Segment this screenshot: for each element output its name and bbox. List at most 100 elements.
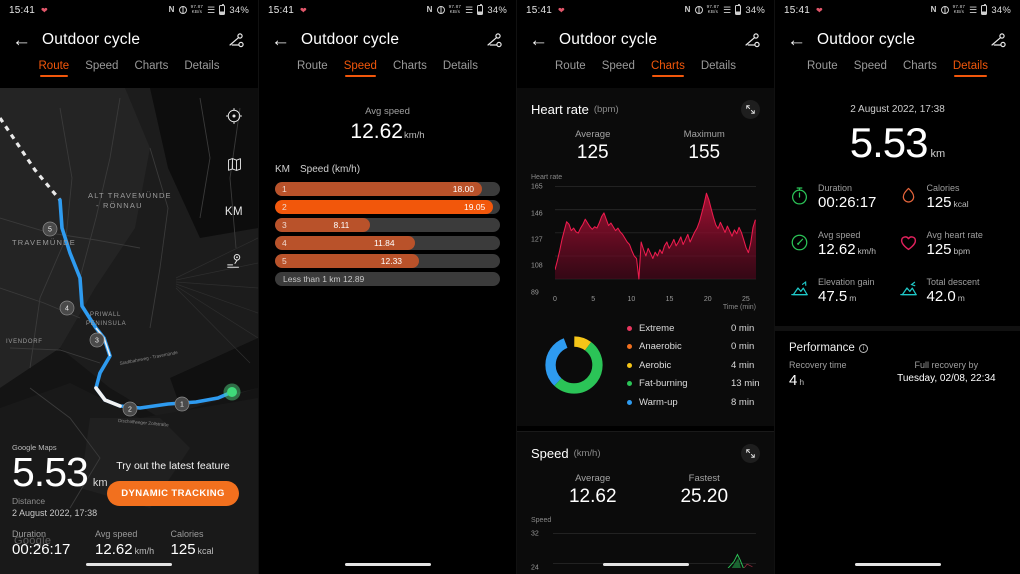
metric-avg-heart-rate: Avg heart rate 125 bpm xyxy=(898,230,1007,258)
info-icon[interactable]: i xyxy=(858,343,868,353)
svg-text:4: 4 xyxy=(65,306,69,313)
tab-details[interactable]: Details xyxy=(953,60,988,77)
expand-icon[interactable] xyxy=(741,443,760,463)
expand-icon[interactable] xyxy=(741,100,760,119)
hr-xtick: 0 xyxy=(553,296,557,303)
route-share-icon[interactable] xyxy=(986,29,1008,51)
stat-avg-speed-value: 12.62 xyxy=(95,541,133,558)
zone-fatburning-dot-icon xyxy=(627,381,632,387)
speed-bar-km: 4 xyxy=(282,238,287,248)
hr-xtick: 15 xyxy=(665,296,674,303)
tab-details[interactable]: Details xyxy=(184,60,219,77)
battery-icon xyxy=(219,3,226,15)
tab-speed[interactable]: Speed xyxy=(602,60,635,77)
zone-time: 8 min xyxy=(731,396,755,408)
tab-bar-details: Route Speed Charts Details xyxy=(775,60,1020,88)
metric-label: Calories xyxy=(926,183,960,193)
tab-charts[interactable]: Charts xyxy=(134,60,168,77)
zone-time: 4 min xyxy=(731,359,755,371)
tab-charts[interactable]: Charts xyxy=(903,60,937,77)
hr-xtick: 20 xyxy=(703,296,712,303)
panel-speed: 15:41 ❤ N 97.87 KB/s ☰ 34% ← Outdoor cyc… xyxy=(258,0,516,574)
tab-details[interactable]: Details xyxy=(701,60,736,77)
app-bar: ← Outdoor cycle xyxy=(775,20,1020,60)
route-share-icon[interactable] xyxy=(740,29,762,51)
zone-row: Aerobic 4 min xyxy=(627,356,760,375)
speed-bar-km: 3 xyxy=(282,220,287,230)
tab-speed[interactable]: Speed xyxy=(854,60,887,77)
tab-charts[interactable]: Charts xyxy=(651,60,685,77)
tab-details[interactable]: Details xyxy=(443,60,478,77)
nfc-icon: N xyxy=(930,5,937,14)
metric-total-descent-body: Total descent 42.0 m xyxy=(927,277,980,305)
vpn-globe-icon xyxy=(940,6,949,14)
recovery-time-label: Recovery time xyxy=(789,360,847,370)
tab-speed[interactable]: Speed xyxy=(85,60,118,77)
tab-bar-charts: Route Speed Charts Details xyxy=(517,60,774,88)
unit-km-button[interactable]: KM xyxy=(224,202,244,222)
metric-avg-hr-body: Avg heart rate 125 bpm xyxy=(927,230,983,258)
speed-bar-list: 1 18.00 2 19.05 3 8.11 4 11.84 5 12.33 L… xyxy=(259,182,516,286)
hr-maximum-label: Maximum xyxy=(683,129,725,140)
net-speed-unit: KB/s xyxy=(449,9,461,14)
status-heart-icon: ❤ xyxy=(300,5,307,15)
status-time: 15:41 xyxy=(526,4,553,16)
network-speed-icon: 97.87 KB/s xyxy=(449,4,462,15)
metric-value: 42.0 xyxy=(926,288,956,305)
stat-duration-label: Duration xyxy=(12,529,47,539)
nfc-icon: N xyxy=(684,5,691,14)
stat-avg-speed-unit: km/h xyxy=(134,546,155,556)
metric-label: Avg speed xyxy=(818,230,861,240)
map-view[interactable]: 1 2 3 4 5 Stadtbahnweg - Travemünde Disc… xyxy=(0,88,258,574)
tab-charts[interactable]: Charts xyxy=(393,60,427,77)
recovery-time-value-wrap: 4h xyxy=(789,372,887,389)
speed-chart: 32 24 xyxy=(531,528,760,574)
stat-calories-value: 125 xyxy=(170,541,196,558)
metric-duration-body: Duration 00:26:17 xyxy=(818,183,878,211)
route-marker-icon[interactable] xyxy=(224,250,244,270)
speed-bar-value: 18.00 xyxy=(452,184,475,194)
speed-card-header: Speed (km/h) xyxy=(531,443,760,463)
metric-value: 47.5 xyxy=(818,288,848,305)
hr-ytick: 127 xyxy=(531,236,543,244)
speed-card-title: Speed xyxy=(531,445,569,461)
status-bar: 15:41 ❤ N 97.87 KB/s ☰ 34% xyxy=(0,0,258,20)
back-button[interactable]: ← xyxy=(787,31,809,50)
hr-ytick: 108 xyxy=(531,262,543,270)
tab-speed[interactable]: Speed xyxy=(344,60,377,77)
locate-icon[interactable] xyxy=(224,106,244,126)
metric-label: Duration xyxy=(818,183,853,193)
zones-donut-chart xyxy=(545,336,603,394)
back-button[interactable]: ← xyxy=(529,31,551,50)
hr-plot-svg xyxy=(555,186,756,280)
ascent-icon xyxy=(789,279,811,301)
status-heart-icon: ❤ xyxy=(558,5,565,15)
status-time: 15:41 xyxy=(268,4,295,16)
metric-unit: m xyxy=(849,293,857,303)
tab-route[interactable]: Route xyxy=(39,60,69,77)
speed-bar-value: 12.33 xyxy=(380,256,403,266)
hr-ytick: 146 xyxy=(531,210,543,218)
map-layers-icon[interactable] xyxy=(224,154,244,174)
status-bar: 15:41 ❤ N 97.87 KB/s ☰ 34% xyxy=(775,0,1020,20)
back-button[interactable]: ← xyxy=(271,31,293,50)
route-share-icon[interactable] xyxy=(482,29,504,51)
stat-calories-unit: kcal xyxy=(197,546,214,556)
back-button[interactable]: ← xyxy=(12,31,34,50)
heart-rate-header: Heart rate (bpm) xyxy=(531,100,760,119)
zone-row: Fat-burning 13 min xyxy=(627,375,760,394)
heart-icon xyxy=(898,232,920,254)
page-title: Outdoor cycle xyxy=(42,31,141,48)
tab-route[interactable]: Route xyxy=(807,60,838,77)
zone-row: Anaerobic 0 min xyxy=(627,338,760,357)
route-share-icon[interactable] xyxy=(224,29,246,51)
full-recovery-block: Full recovery by Tuesday, 02/08, 22:34 xyxy=(887,360,1006,384)
dynamic-tracking-button[interactable]: DYNAMIC TRACKING xyxy=(107,481,239,506)
metric-label: Total descent xyxy=(926,277,980,287)
panel-route: 15:41 ❤ N 97.87 KB/s ☰ 34% ← Outdoor cyc… xyxy=(0,0,258,574)
recovery-time-unit: h xyxy=(799,377,805,387)
speed-bar-row: 4 11.84 xyxy=(275,236,500,250)
tab-route[interactable]: Route xyxy=(555,60,586,77)
tab-route[interactable]: Route xyxy=(297,60,328,77)
speed-bar-row: 3 8.11 xyxy=(275,218,500,232)
